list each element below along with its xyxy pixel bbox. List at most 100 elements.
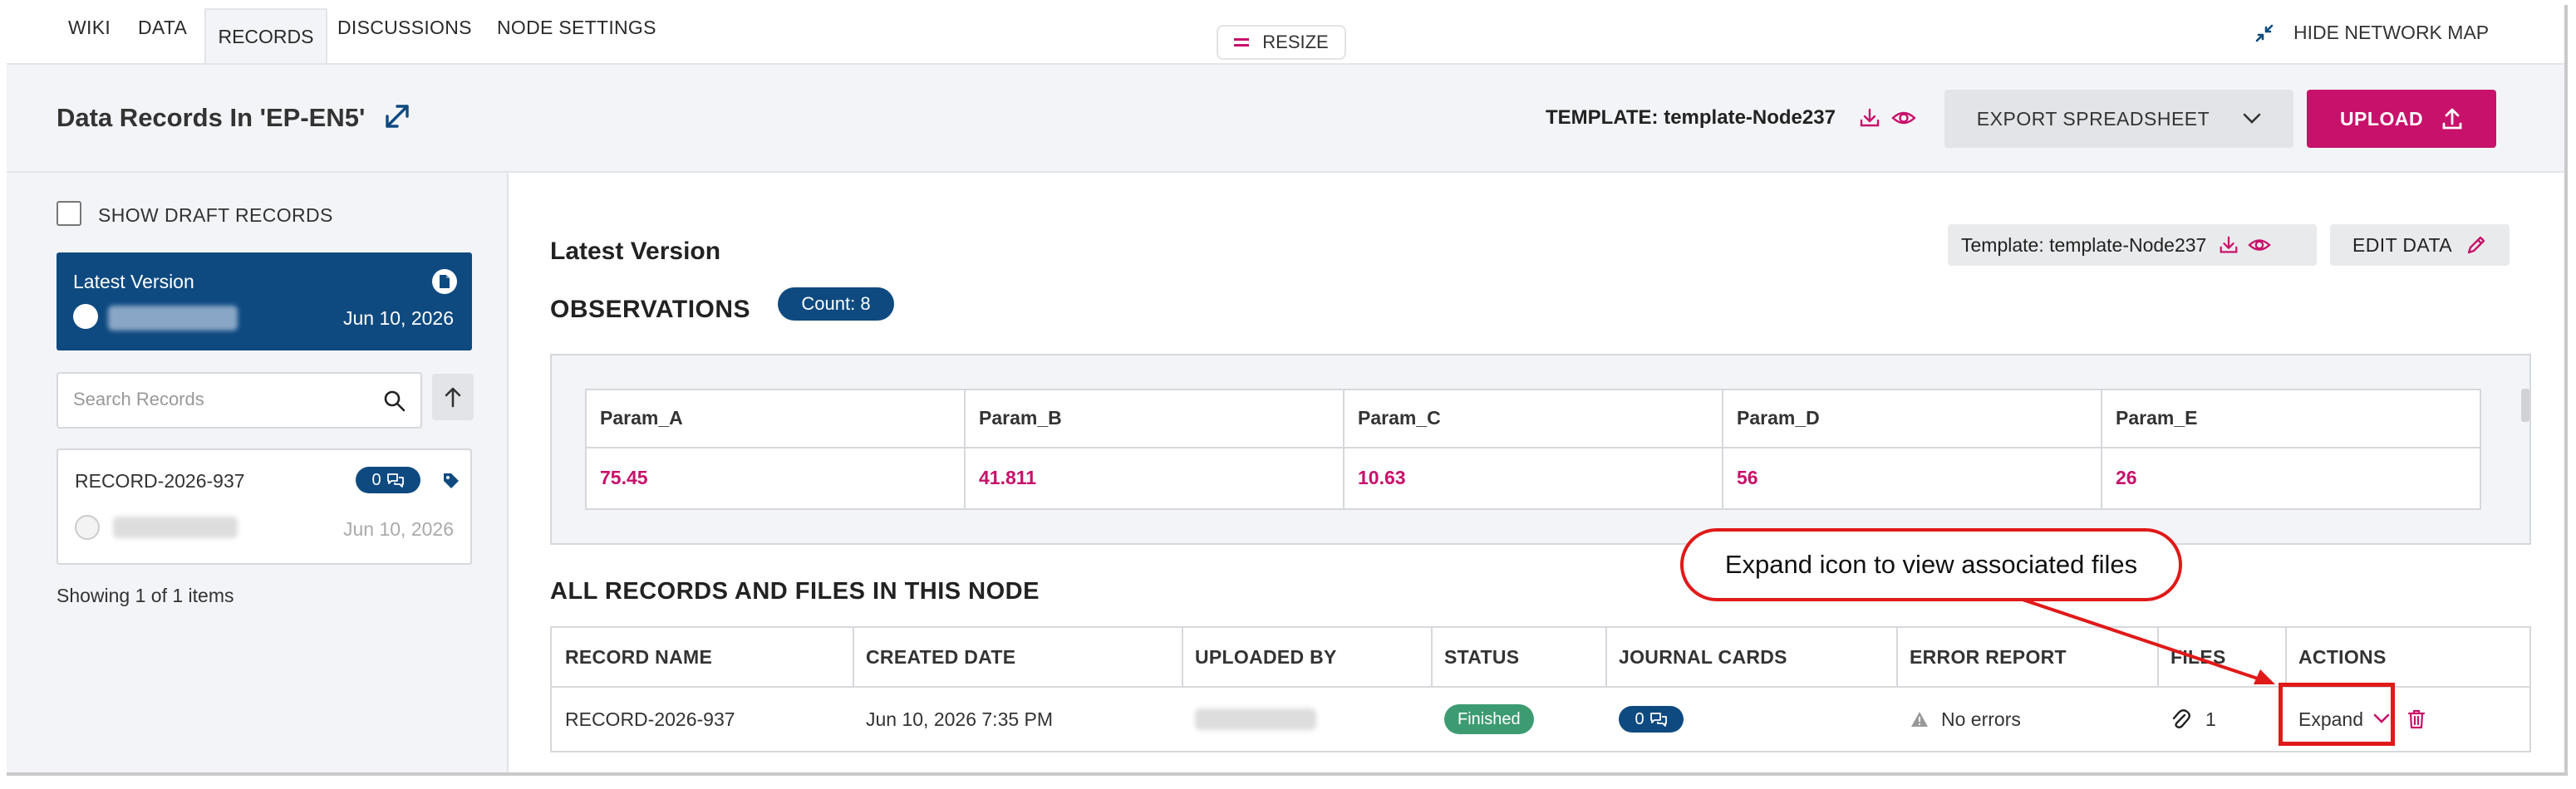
app-window: WIKI DATA RECORDS DISCUSSIONS NODE SETTI… xyxy=(7,5,2568,776)
observation-value[interactable]: 10.63 xyxy=(1345,448,1722,507)
comments-count: 0 xyxy=(371,470,381,489)
uploaded-by-cell xyxy=(1182,688,1316,751)
search-records-field[interactable] xyxy=(57,372,422,429)
resize-handle[interactable]: RESIZE xyxy=(1217,25,1346,60)
hide-network-map-label: HIDE NETWORK MAP xyxy=(2293,22,2490,43)
observation-header: Param_E xyxy=(2102,390,2480,448)
latest-version-card[interactable]: Latest Version Jun 10, 2026 xyxy=(57,252,472,350)
sort-button[interactable] xyxy=(432,374,474,420)
search-icon[interactable] xyxy=(382,389,407,414)
tab-discussions[interactable]: DISCUSSIONS xyxy=(337,17,472,39)
observation-value[interactable]: 56 xyxy=(1723,448,2101,507)
error-report-text: No errors xyxy=(1941,708,2021,730)
observation-column: Param_E 26 xyxy=(2102,390,2480,508)
all-records-heading: ALL RECORDS AND FILES IN THIS NODE xyxy=(550,578,1040,605)
template-prefix: TEMPLATE: xyxy=(1546,106,1659,129)
column-header: JOURNAL CARDS xyxy=(1619,645,1787,668)
template-name: template-Node237 xyxy=(1664,106,1836,129)
latest-version-title: Latest Version xyxy=(73,271,194,292)
latest-version-date: Jun 10, 2026 xyxy=(342,307,454,329)
document-icon xyxy=(432,269,457,294)
files-cell[interactable]: 1 xyxy=(2157,688,2216,751)
status-cell: Finished xyxy=(1431,688,1534,751)
record-name-cell[interactable]: RECORD-2026-937 xyxy=(552,688,735,751)
tab-wiki[interactable]: WIKI xyxy=(68,17,111,39)
journal-cards-cell: 0 xyxy=(1605,688,1684,751)
annotation-highlight-box xyxy=(2279,683,2395,746)
download-icon[interactable] xyxy=(1858,106,1881,130)
journal-cards-badge[interactable]: 0 xyxy=(1619,706,1684,733)
observation-header: Param_D xyxy=(1723,390,2101,448)
files-count: 1 xyxy=(2205,708,2216,730)
eye-icon[interactable] xyxy=(2248,234,2272,256)
record-card-name: RECORD-2026-937 xyxy=(75,470,245,492)
paperclip-icon xyxy=(2172,709,2190,728)
column-header: RECORD NAME xyxy=(565,645,713,668)
observation-header: Param_B xyxy=(966,390,1343,448)
download-icon[interactable] xyxy=(2218,234,2239,256)
table-row: RECORD-2026-937 Jun 10, 2026 7:35 PM Fin… xyxy=(552,688,2529,751)
record-card[interactable]: RECORD-2026-937 0 Jun 10, 2026 xyxy=(57,448,472,565)
comments-icon xyxy=(1649,713,1667,727)
observation-header: Param_A xyxy=(587,390,964,448)
status-badge: Finished xyxy=(1444,704,1534,734)
edit-data-label: EDIT DATA xyxy=(2352,233,2452,256)
export-label: EXPORT SPREADSHEET xyxy=(1976,107,2210,130)
records-table: RECORD NAME CREATED DATE UPLOADED BY STA… xyxy=(550,626,2531,752)
page-header: Data Records In 'EP-EN5' TEMPLATE: templ… xyxy=(7,63,2564,173)
show-draft-label: SHOW DRAFT RECORDS xyxy=(98,204,333,226)
observation-header: Param_C xyxy=(1345,390,1722,448)
upload-label: UPLOAD xyxy=(2339,107,2424,130)
avatar xyxy=(75,515,100,540)
upload-button[interactable]: UPLOAD xyxy=(2307,90,2496,148)
observation-value[interactable]: 75.45 xyxy=(587,448,964,507)
observations-panel: Param_A 75.45 Param_B 41.811 Param_C 10.… xyxy=(550,354,2531,545)
eye-icon[interactable] xyxy=(1891,106,1916,130)
observation-column: Param_B 41.811 xyxy=(966,390,1345,508)
redacted-user-name xyxy=(108,306,238,331)
template-button[interactable]: Template: template-Node237 xyxy=(1948,224,2317,266)
column-header: UPLOADED BY xyxy=(1195,645,1337,668)
tab-data[interactable]: DATA xyxy=(138,17,187,39)
observations-table: Param_A 75.45 Param_B 41.811 Param_C 10.… xyxy=(585,389,2481,510)
journal-cards-count: 0 xyxy=(1635,709,1644,728)
tab-records[interactable]: RECORDS xyxy=(204,8,327,63)
export-spreadsheet-button[interactable]: EXPORT SPREADSHEET xyxy=(1944,90,2293,148)
scrollbar[interactable] xyxy=(2521,389,2529,422)
collapse-icon xyxy=(2255,24,2274,42)
observation-column: Param_D 56 xyxy=(1723,390,2102,508)
annotation-callout: Expand icon to view associated files xyxy=(1680,528,2182,601)
arrow-up-icon xyxy=(445,387,461,408)
edit-data-button[interactable]: EDIT DATA xyxy=(2330,224,2510,266)
created-date-cell: Jun 10, 2026 7:35 PM xyxy=(866,708,1054,730)
comments-badge[interactable]: 0 xyxy=(356,467,420,493)
search-input[interactable] xyxy=(73,389,356,410)
observation-value[interactable]: 41.811 xyxy=(966,448,1343,507)
records-sidebar: SHOW DRAFT RECORDS Latest Version Jun 10… xyxy=(7,173,509,772)
show-draft-checkbox[interactable] xyxy=(57,201,81,226)
observation-value[interactable]: 26 xyxy=(2102,448,2480,507)
redacted-user-name xyxy=(1195,708,1316,730)
expand-icon[interactable] xyxy=(382,101,412,131)
main-content: Latest Version OBSERVATIONS Count: 8 Tem… xyxy=(510,173,2564,772)
table-header-row: RECORD NAME CREATED DATE UPLOADED BY STA… xyxy=(552,628,2529,688)
error-report-cell: No errors xyxy=(1896,688,2021,751)
tab-node-settings[interactable]: NODE SETTINGS xyxy=(497,17,656,39)
trash-icon[interactable] xyxy=(2406,708,2426,730)
drag-handle-icon xyxy=(1234,38,1250,47)
column-header: FILES xyxy=(2170,645,2226,668)
observations-heading: OBSERVATIONS xyxy=(550,296,751,323)
pencil-icon xyxy=(2467,236,2485,254)
top-nav: WIKI DATA RECORDS DISCUSSIONS NODE SETTI… xyxy=(7,5,2564,63)
template-actions xyxy=(1858,106,1916,130)
count-badge: Count: 8 xyxy=(778,287,894,321)
comments-icon xyxy=(386,473,404,488)
pagination-summary: Showing 1 of 1 items xyxy=(57,585,234,606)
observation-column: Param_C 10.63 xyxy=(1345,390,1723,508)
upload-icon xyxy=(2442,108,2462,130)
column-header: ACTIONS xyxy=(2298,645,2387,668)
column-header: ERROR REPORT xyxy=(1910,645,2067,668)
column-header: STATUS xyxy=(1444,645,1520,668)
hide-network-map-button[interactable]: HIDE NETWORK MAP xyxy=(2254,22,2489,44)
tag-icon[interactable] xyxy=(442,472,460,490)
